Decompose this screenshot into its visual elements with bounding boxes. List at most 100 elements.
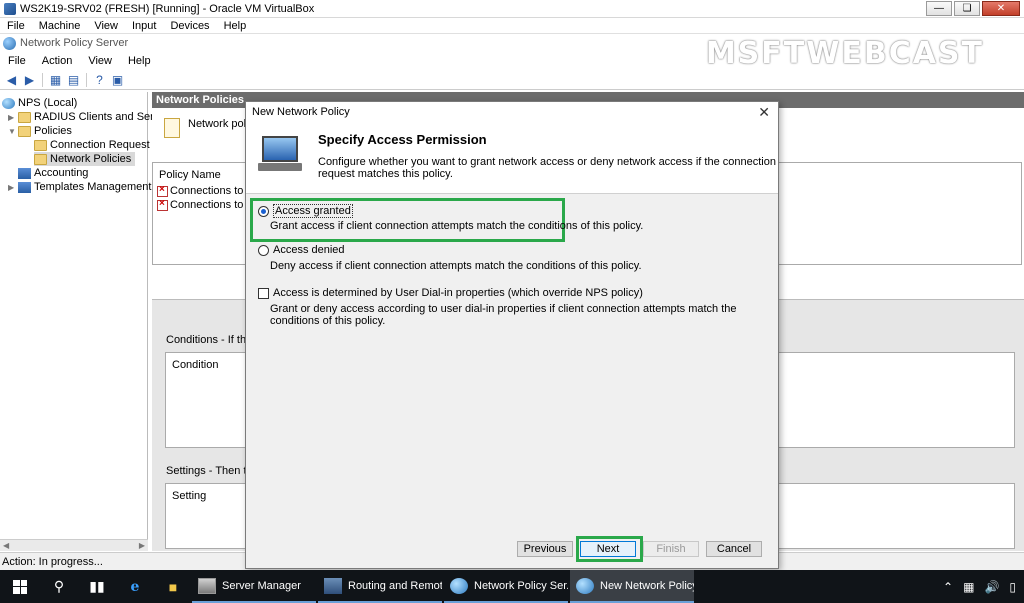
dialog-close-icon[interactable]: ✕ [758,104,770,121]
tree-item-policies[interactable]: ▼ Policies [8,124,72,138]
page-description: Configure whether you want to grant netw… [318,156,776,180]
vbox-menu-view[interactable]: View [87,20,125,32]
access-denied-label: Access denied [273,244,345,256]
folder-icon [18,125,31,137]
nps-menu-view[interactable]: View [80,55,120,67]
dialog-banner: Specify Access Permission Configure whet… [246,122,778,194]
computer-monitor-icon [258,136,302,174]
up-folder-icon[interactable]: ▦ [48,73,63,87]
nps-globe-icon [576,577,594,594]
tree-item-label: Accounting [34,167,89,179]
vbox-window-controls: — ❏ ✕ [926,1,1020,16]
tree-item-label: Connection Request Po [50,139,167,151]
search-icon[interactable]: ⚲ [40,570,78,603]
tree-item-templates[interactable]: ▶ Templates Management [8,180,151,194]
folder-icon [34,153,47,165]
nps-menubar: File Action View Help [0,53,1024,69]
tree-item-radius[interactable]: ▶ RADIUS Clients and Servers [8,110,175,124]
taskbar-app-nps[interactable]: Network Policy Ser... [444,570,568,603]
start-button[interactable] [0,570,40,603]
network-icon[interactable]: ▦ [963,580,974,594]
taskbar-app-routing[interactable]: Routing and Remot... [318,570,442,603]
radio-selected-icon[interactable] [258,205,269,217]
cancel-button[interactable]: Cancel [706,541,762,557]
dial-in-properties-checkbox[interactable]: Access is determined by User Dial-in pro… [258,287,643,299]
page-title: Specify Access Permission [318,132,487,147]
tree-item-nps-local[interactable]: NPS (Local) [2,96,77,110]
access-denied-radio[interactable]: Access denied [258,244,345,256]
nps-globe-icon [450,577,468,594]
taskbar-app-new-network-policy[interactable]: New Network Policy [570,570,694,603]
tree-item-network-policies[interactable]: Network Policies [34,152,136,166]
collapse-arrow-icon[interactable]: ▼ [8,127,18,136]
nps-app-icon [3,36,16,50]
show-hide-tree-icon[interactable]: ▤ [66,73,81,87]
document-icon [164,118,180,138]
tree-item-accounting[interactable]: Accounting [18,166,88,180]
dial-in-properties-label: Access is determined by User Dial-in pro… [273,287,643,299]
help-icon[interactable]: ? [92,73,107,87]
taskbar-app-label: New Network Policy [600,579,694,592]
vbox-menu-help[interactable]: Help [217,20,254,32]
minimize-button[interactable]: — [926,1,952,16]
access-denied-description: Deny access if client connection attempt… [270,260,642,272]
tree-horizontal-scrollbar[interactable]: ◀ ▶ [0,539,148,551]
folder-icon [18,111,31,123]
folder-icon [34,139,47,151]
taskbar-app-label: Routing and Remot... [348,579,442,592]
properties-icon[interactable]: ▣ [110,73,125,87]
dialog-title: New Network Policy [252,106,350,118]
tree-item-connection-request[interactable]: Connection Request Po [34,138,166,152]
new-network-policy-dialog: New Network Policy ✕ Specify Access Perm… [245,101,779,569]
task-view-icon[interactable]: ▮▮ [78,570,116,603]
dial-in-properties-description: Grant or deny access according to user d… [270,303,737,327]
tree-item-label: Policies [34,125,72,137]
server-manager-icon [198,577,216,594]
setting-column-header[interactable]: Setting [172,490,206,502]
nps-toolbar: ◀ ▶ ▦ ▤ ? ▣ [0,70,1024,90]
vbox-menu-devices[interactable]: Devices [163,20,216,32]
file-explorer-icon[interactable]: ■ [154,570,192,603]
expand-arrow-icon[interactable]: ▶ [8,183,18,192]
nps-menu-action[interactable]: Action [34,55,81,67]
access-granted-radio[interactable]: Access granted [258,204,353,218]
finish-button[interactable]: Finish [643,541,699,557]
taskbar-app-server-manager[interactable]: Server Manager [192,570,316,603]
checkbox-unchecked-icon[interactable] [258,287,269,299]
vbox-title-bar: WS2K19-SRV02 (FRESH) [Running] - Oracle … [0,0,1024,18]
vbox-menu-file[interactable]: File [0,20,32,32]
vbox-menubar: File Machine View Input Devices Help [0,18,1024,34]
accounting-icon [18,167,31,179]
show-hidden-icons-icon[interactable]: ⌃ [943,580,953,594]
volume-icon[interactable]: 🔊 [984,580,999,594]
maximize-button[interactable]: ❏ [954,1,980,16]
scroll-left-arrow-icon[interactable]: ◀ [3,541,9,550]
virtualbox-icon [4,2,16,15]
notifications-icon[interactable]: ▯ [1009,580,1016,594]
expand-arrow-icon[interactable]: ▶ [8,113,18,122]
windows-taskbar: ⚲ ▮▮ e ■ Server Manager Routing and Remo… [0,570,1024,603]
scroll-right-arrow-icon[interactable]: ▶ [139,541,145,550]
next-button[interactable]: Next [580,541,636,557]
previous-button[interactable]: Previous [517,541,573,557]
tree-item-label: Templates Management [34,181,152,193]
nps-title-bar: Network Policy Server MSFTWEBCAST [0,34,1024,71]
nps-window-title: Network Policy Server [20,37,129,49]
forward-arrow-icon[interactable]: ▶ [22,73,37,87]
nps-menu-file[interactable]: File [0,55,34,67]
back-arrow-icon[interactable]: ◀ [4,73,19,87]
column-header-policy-name[interactable]: Policy Name [159,169,221,181]
vbox-menu-input[interactable]: Input [125,20,163,32]
vbox-menu-machine[interactable]: Machine [32,20,88,32]
internet-explorer-icon[interactable]: e [116,570,154,603]
condition-column-header[interactable]: Condition [172,359,218,371]
tree-item-label: NPS (Local) [18,97,78,109]
toolbar-separator [42,72,43,87]
templates-icon [18,181,31,193]
system-tray: ⌃ ▦ 🔊 ▯ [943,570,1016,603]
routing-icon [324,577,342,594]
taskbar-app-label: Server Manager [222,579,301,592]
radio-unselected-icon[interactable] [258,244,269,256]
nps-menu-help[interactable]: Help [120,55,159,67]
close-button[interactable]: ✕ [982,1,1020,16]
